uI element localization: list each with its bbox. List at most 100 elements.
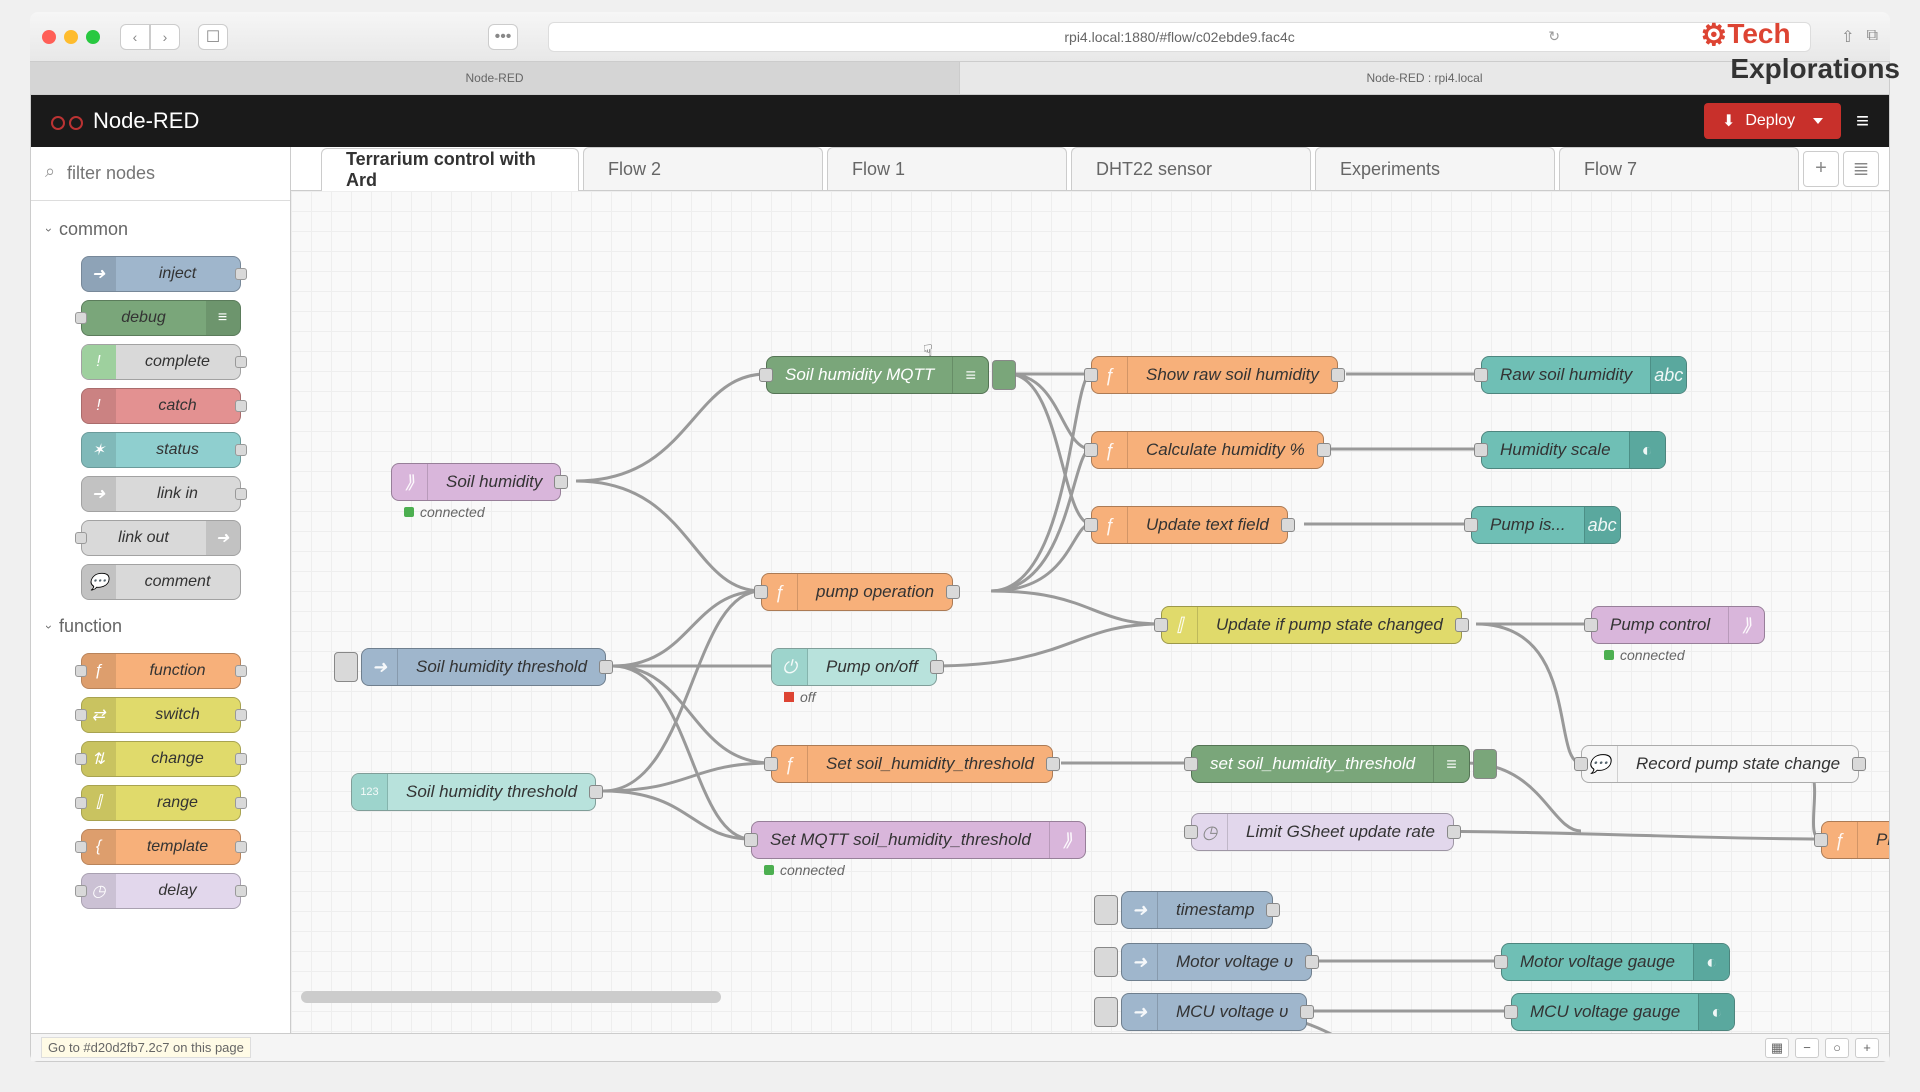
mqtt-in-icon: ⟫ (392, 464, 428, 500)
flow-tab-4[interactable]: Experiments (1315, 147, 1555, 190)
browser-toolbar: ‹ › ☐ ••• rpi4.local:1880/#flow/c02ebde9… (30, 12, 1890, 62)
inject-button[interactable] (1094, 947, 1118, 977)
category-common[interactable]: › common (31, 211, 290, 248)
palette-node-switch[interactable]: ⇄switch (81, 697, 241, 733)
node-mcu-voltage[interactable]: ➜ MCU voltage υ (1121, 993, 1307, 1031)
debug-toggle[interactable] (1473, 749, 1497, 779)
nodered-icon (51, 112, 83, 130)
gauge-icon: ◐ (1698, 994, 1734, 1030)
zoom-reset-button[interactable]: ○ (1825, 1038, 1849, 1058)
node-update-text[interactable]: ƒ Update text field (1091, 506, 1288, 544)
zoom-in-button[interactable]: + (1855, 1038, 1879, 1058)
palette-node-inject[interactable]: ➜inject (81, 256, 241, 292)
list-flows-button[interactable]: ≣ (1843, 151, 1879, 187)
text-icon: abc (1584, 507, 1620, 543)
filter-nodes-input[interactable] (45, 159, 276, 188)
inject-button[interactable] (334, 652, 358, 682)
text-icon: abc (1650, 357, 1686, 393)
palette-node-debug[interactable]: debug≡ (81, 300, 241, 336)
minimize-window[interactable] (64, 30, 78, 44)
flow-tab-3[interactable]: DHT22 sensor (1071, 147, 1311, 190)
switch-icon: ⏻ (772, 649, 808, 685)
palette-node-status[interactable]: ✶status (81, 432, 241, 468)
gauge-icon: ◐ (1629, 432, 1665, 468)
maximize-window[interactable] (86, 30, 100, 44)
gear-icon: ⚙ (1700, 19, 1727, 52)
numeric-icon: 123 (352, 774, 388, 810)
inject-button[interactable] (1094, 895, 1118, 925)
palette-node-comment[interactable]: 💬comment (81, 564, 241, 600)
flow-canvas[interactable]: ⟫ Soil humidity connected Soil humidity … (291, 191, 1889, 1033)
deploy-button[interactable]: ⬇ Deploy (1704, 103, 1841, 139)
node-set-mqtt-sht[interactable]: Set MQTT soil_humidity_threshold ⟫ conne… (751, 821, 1086, 859)
forward-button[interactable]: › (150, 24, 180, 50)
inject-button[interactable] (1094, 997, 1118, 1027)
deploy-icon: ⬇ (1722, 111, 1735, 131)
palette-node-template[interactable]: {template (81, 829, 241, 865)
back-button[interactable]: ‹ (120, 24, 150, 50)
node-humidity-scale[interactable]: Humidity scale ◐ (1481, 431, 1666, 469)
node-pump-control[interactable]: Pump control ⟫ connected (1591, 606, 1765, 644)
node-raw-humidity[interactable]: Raw soil humidity abc (1481, 356, 1687, 394)
status-text: Go to #d20d2fb7.2c7 on this page (41, 1037, 251, 1058)
node-set-sht[interactable]: ƒ Set soil_humidity_threshold (771, 745, 1053, 783)
flow-tab-0[interactable]: Terrarium control with Ard (321, 148, 579, 191)
browser-tab-0[interactable]: Node-RED (30, 62, 960, 94)
debug-toggle[interactable] (992, 360, 1016, 390)
close-window[interactable] (42, 30, 56, 44)
node-mcu-gauge[interactable]: MCU voltage gauge ◐ (1511, 993, 1735, 1031)
palette-node-range[interactable]: ⫿range (81, 785, 241, 821)
menu-button[interactable]: ≡ (1856, 108, 1869, 134)
palette-node-catch[interactable]: !catch (81, 388, 241, 424)
flow-tabs: Terrarium control with ArdFlow 2Flow 1DH… (291, 147, 1889, 191)
palette-node-complete[interactable]: !complete (81, 344, 241, 380)
inject-icon: ➜ (1122, 944, 1158, 980)
node-prepa[interactable]: ƒ Prepa (1821, 821, 1889, 859)
node-palette: › common ➜inject debug≡ !complete !catch ✶sta… (31, 147, 291, 1033)
node-set-sht-debug[interactable]: set soil_humidity_threshold ≡ (1191, 745, 1470, 783)
reload-icon[interactable]: ↻ (1548, 28, 1560, 45)
mqtt-out-icon: ⟫ (1049, 822, 1085, 858)
inject-icon: ➜ (1122, 892, 1158, 928)
node-record-pump[interactable]: 💬 Record pump state change (1581, 745, 1859, 783)
app-header: Node-RED ⬇ Deploy ≡ (31, 95, 1889, 147)
node-pump-operation[interactable]: ƒ pump operation (761, 573, 953, 611)
inject-icon: ➜ (362, 649, 398, 685)
node-soil-mqtt[interactable]: Soil humidity MQTT ≡ (766, 356, 989, 394)
window-controls[interactable] (42, 30, 100, 44)
palette-node-function[interactable]: ƒfunction (81, 653, 241, 689)
url-bar[interactable]: rpi4.local:1880/#flow/c02ebde9.fac4c ↻ (548, 22, 1811, 52)
flow-tab-5[interactable]: Flow 7 (1559, 147, 1799, 190)
navigator-button[interactable]: ▦ (1765, 1038, 1789, 1058)
node-motor-gauge[interactable]: Motor voltage gauge ◐ (1501, 943, 1730, 981)
node-motor-voltage[interactable]: ➜ Motor voltage υ (1121, 943, 1312, 981)
node-sh-threshold-slider[interactable]: ➜ Soil humidity threshold (361, 648, 606, 686)
palette-node-link-in[interactable]: ➜link in (81, 476, 241, 512)
sidebar-toggle[interactable]: ☐ (198, 24, 228, 50)
node-timestamp[interactable]: ➜ timestamp (1121, 891, 1273, 929)
node-sh-threshold-numeric[interactable]: 123 Soil humidity threshold (351, 773, 596, 811)
zoom-out-button[interactable]: − (1795, 1038, 1819, 1058)
reader-button[interactable]: ••• (488, 24, 518, 50)
node-pump-is[interactable]: Pump is... abc (1471, 506, 1621, 544)
node-pump-onoff[interactable]: ⏻ Pump on/off off (771, 648, 937, 686)
add-flow-button[interactable]: + (1803, 151, 1839, 187)
node-soil-humidity[interactable]: ⟫ Soil humidity connected (391, 463, 561, 501)
footer-bar: Go to #d20d2fb7.2c7 on this page ▦ − ○ + (31, 1033, 1889, 1061)
node-update-pump-state[interactable]: ⫿ Update if pump state changed (1161, 606, 1462, 644)
chevron-down-icon[interactable] (1813, 118, 1823, 124)
node-calc-humidity[interactable]: ƒ Calculate humidity % (1091, 431, 1324, 469)
palette-node-change[interactable]: ⇅change (81, 741, 241, 777)
flow-tab-2[interactable]: Flow 1 (827, 147, 1067, 190)
palette-node-link-out[interactable]: link out➜ (81, 520, 241, 556)
app-logo: Node-RED (51, 108, 199, 134)
flow-tab-1[interactable]: Flow 2 (583, 147, 823, 190)
app-window: Node-RED ⬇ Deploy ≡ › common ➜inject debug… (30, 94, 1890, 1062)
watermark-logo: ⚙Tech Explorations (1700, 18, 1900, 85)
palette-node-delay[interactable]: ◷delay (81, 873, 241, 909)
horizontal-scrollbar[interactable] (301, 991, 721, 1003)
debug-icon: ≡ (1433, 746, 1469, 782)
node-limit-gsheet[interactable]: ◷ Limit GSheet update rate (1191, 813, 1454, 851)
node-show-raw[interactable]: ƒ Show raw soil humidity (1091, 356, 1338, 394)
category-function[interactable]: › function (31, 608, 290, 645)
